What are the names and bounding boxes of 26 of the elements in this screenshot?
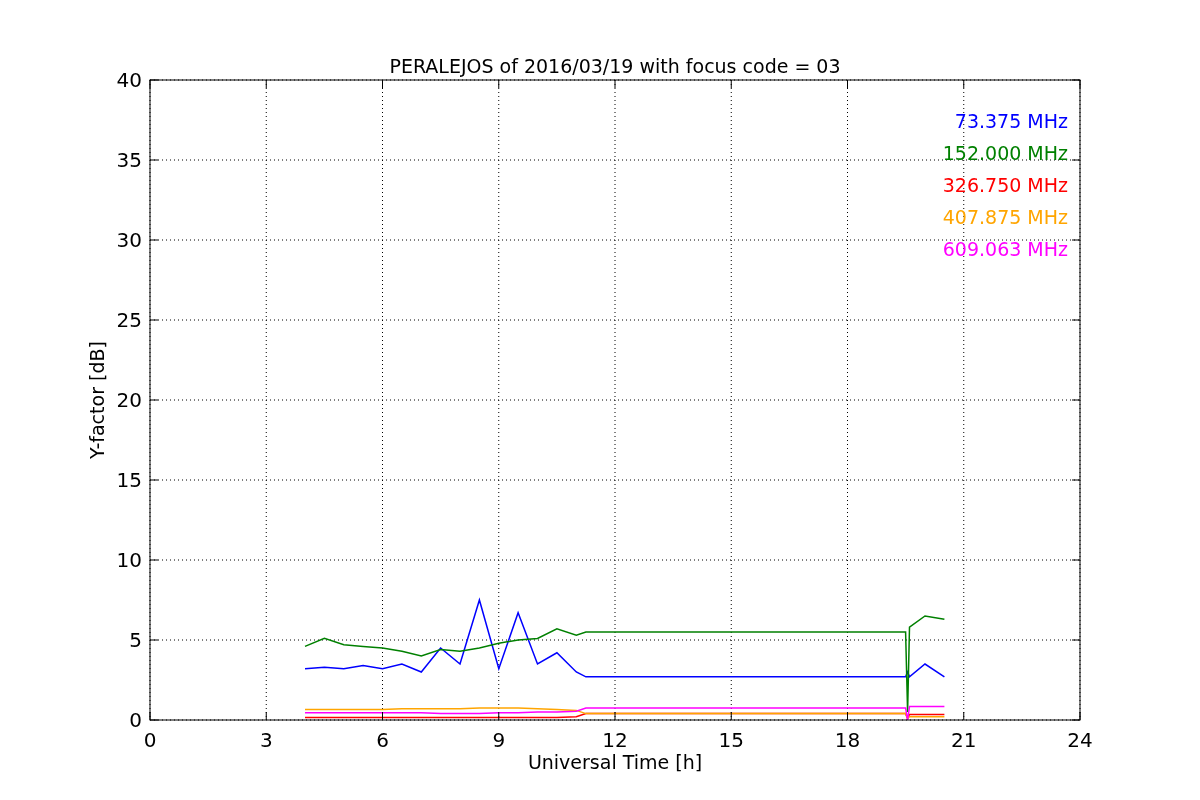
x-tick-label: 9 (492, 728, 506, 752)
series-label: 73.375 MHz (954, 110, 1068, 132)
y-tick-label: 15 (116, 468, 142, 492)
x-tick-label: 24 (1067, 728, 1093, 752)
x-tick-label: 12 (602, 728, 628, 752)
x-tick-label: 3 (259, 728, 273, 752)
x-tick-label: 18 (834, 728, 861, 752)
x-axis-label: Universal Time [h] (527, 751, 703, 773)
y-tick-label: 10 (116, 548, 142, 572)
y-tick-label: 0 (129, 708, 142, 732)
x-tick-label: 21 (951, 728, 977, 752)
series-label: 326.750 MHz (942, 174, 1068, 196)
x-tick-label: 15 (718, 728, 744, 752)
y-tick-label: 30 (116, 228, 142, 252)
x-tick-label: 6 (376, 728, 389, 752)
y-tick-label: 20 (116, 388, 142, 412)
y-tick-label: 40 (116, 68, 142, 92)
series-label: 152.000 MHz (942, 142, 1068, 164)
y-tick-label: 25 (116, 308, 142, 332)
series-label: 609.063 MHz (942, 238, 1068, 260)
chart-title: PERALEJOS of 2016/03/19 with focus code = 03 (389, 55, 841, 77)
y-tick-label: 35 (116, 148, 142, 172)
y-axis-label: Y-factor [dB] (86, 341, 108, 459)
y-tick-label: 5 (129, 628, 142, 652)
series-label: 407.875 MHz (942, 206, 1068, 228)
x-tick-label: 0 (143, 728, 157, 752)
